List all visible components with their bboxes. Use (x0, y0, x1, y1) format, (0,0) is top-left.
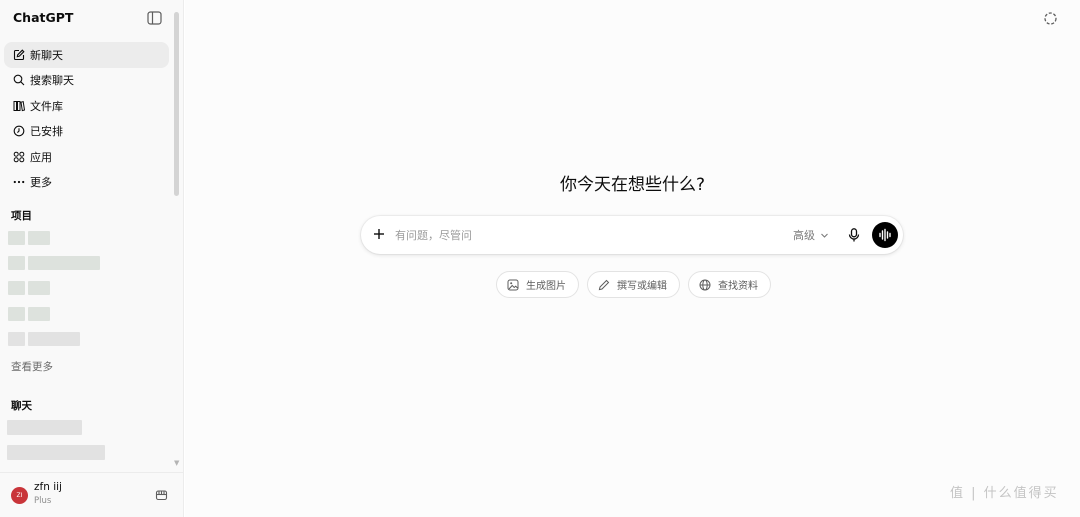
sidebar-item-new-chat[interactable]: 新聊天 (4, 42, 169, 68)
user-name: zfn iij (34, 481, 62, 493)
composer: 高级 (361, 216, 903, 254)
main-area: 你今天在想些什么? 高级 (185, 0, 1080, 517)
blurred-project-icon (8, 231, 25, 245)
sidebar-item-apps[interactable]: 应用 (4, 144, 169, 170)
sidebar-item-label: 新聊天 (30, 48, 63, 62)
sidebar-item-search-chat[interactable]: 搜索聊天 (4, 68, 169, 94)
user-account[interactable]: ZI zfn iij Plus (0, 472, 184, 517)
suggestion-write-edit[interactable]: 撰写或编辑 (587, 271, 680, 298)
clock-icon (12, 125, 25, 138)
model-selector[interactable]: 高级 (793, 227, 829, 243)
blurred-project-name[interactable] (28, 231, 50, 245)
sidebar-item-label: 已安排 (30, 125, 63, 139)
scroll-down-icon[interactable]: ▼ (174, 459, 179, 467)
apps-icon (12, 150, 25, 163)
blurred-project-name[interactable] (28, 307, 50, 321)
blurred-project-name[interactable] (28, 332, 80, 346)
sidebar-item-label: 应用 (30, 150, 52, 164)
blurred-chat-title[interactable] (7, 420, 82, 435)
chats-heading: 聊天 (11, 400, 32, 412)
watermark: 值 | 什么值得买 (950, 486, 1059, 501)
blurred-project-icon (8, 256, 25, 270)
prompt-input[interactable] (395, 224, 775, 246)
sidebar-item-scheduled[interactable]: 已安排 (4, 119, 169, 145)
globe-icon (699, 279, 711, 290)
blurred-project-icon (8, 307, 25, 321)
projects-heading: 项目 (11, 210, 32, 222)
model-label: 高级 (793, 229, 815, 242)
sidebar-item-label: 文件库 (30, 99, 63, 113)
suggestion-pills: 生成图片 撰写或编辑 查找资料 (496, 271, 779, 298)
sidebar-item-label: 搜索聊天 (30, 74, 74, 88)
blurred-project-name[interactable] (28, 256, 100, 270)
plus-icon[interactable] (371, 226, 387, 242)
user-plan: Plus (34, 496, 52, 506)
blurred-project-name[interactable] (28, 281, 50, 295)
gift-icon[interactable] (155, 488, 168, 501)
avatar: ZI (11, 487, 28, 504)
see-more-link[interactable]: 查看更多 (11, 359, 53, 374)
brand-title[interactable]: ChatGPT (13, 10, 73, 25)
mic-icon[interactable] (846, 227, 862, 243)
sidebar-item-more[interactable]: 更多 (4, 170, 169, 196)
image-icon (507, 279, 519, 290)
page-title: 你今天在想些什么? (559, 175, 706, 195)
sidebar-scrollbar[interactable] (174, 12, 179, 196)
waveform-icon (879, 228, 891, 242)
sidebar-nav: 新聊天 搜索聊天 文件库 已安排 应用 更多 (4, 42, 169, 195)
suggestion-generate-image[interactable]: 生成图片 (496, 271, 579, 298)
sidebar-toggle-icon[interactable] (147, 11, 162, 25)
sidebar-item-label: 更多 (30, 176, 52, 190)
suggestion-label: 撰写或编辑 (617, 281, 667, 292)
search-icon (12, 74, 25, 87)
library-icon (12, 99, 25, 112)
blurred-chat-title[interactable] (7, 445, 105, 460)
voice-mode-button[interactable] (872, 222, 898, 248)
suggestion-label: 查找资料 (718, 281, 758, 292)
blurred-project-icon (8, 281, 25, 295)
more-icon (12, 176, 25, 189)
temporary-chat-icon[interactable] (1043, 11, 1058, 26)
blurred-project-icon (8, 332, 25, 346)
sidebar: ChatGPT ▼ 新聊天 搜索聊天 文件库 已安排 应用 更多 项目 查看更多… (0, 0, 184, 517)
chevron-down-icon (821, 233, 828, 238)
suggestion-search-info[interactable]: 查找资料 (688, 271, 771, 298)
new-chat-icon (12, 48, 25, 61)
sidebar-item-library[interactable]: 文件库 (4, 93, 169, 119)
pencil-icon (598, 279, 610, 290)
suggestion-label: 生成图片 (526, 281, 566, 292)
